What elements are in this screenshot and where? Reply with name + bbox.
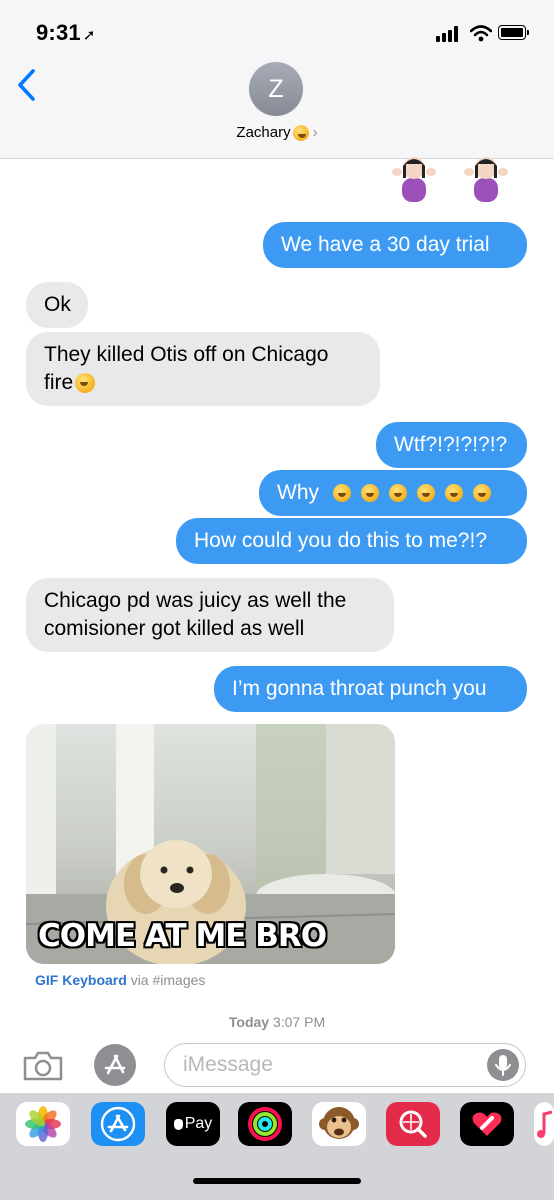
apple-pay-label: Pay [184, 1115, 213, 1132]
activity-app-icon[interactable] [238, 1102, 292, 1146]
cellular-signal-icon [436, 26, 462, 42]
battery-icon [498, 25, 529, 40]
weary-face-emoji-icon [417, 484, 435, 502]
message-text-line-2: fire [44, 369, 362, 397]
gif-caption-container: COME AT ME BRO [26, 918, 395, 954]
location-arrow-icon: ➚ [82, 27, 96, 44]
imessage-input[interactable] [164, 1043, 526, 1087]
weary-face-emoji-icon [389, 484, 407, 502]
status-time: 9:31 ➚ [36, 20, 96, 45]
message-text: Wtf?!?!?!?!? [394, 433, 508, 456]
message-text: Why [277, 481, 319, 504]
app-store-button[interactable] [94, 1044, 136, 1086]
weary-face-emoji-icon [473, 484, 491, 502]
gif-message[interactable]: COME AT ME BRO [26, 724, 395, 964]
camera-icon[interactable] [22, 1048, 64, 1082]
apple-logo-icon [173, 1118, 183, 1130]
sent-message-bubble[interactable]: Wtf?!?!?!?!? [376, 422, 527, 468]
woman-shrugging-emoji-icon [392, 157, 436, 202]
message-text-line: Chicago pd was juicy as well the [44, 589, 347, 612]
sent-message-bubble[interactable]: I’m gonna throat punch you [214, 666, 527, 712]
contact-avatar[interactable]: Z [249, 62, 303, 116]
message-text-line: comisioner got killed as well [44, 617, 305, 640]
message-text: I’m gonna throat punch you [232, 677, 487, 700]
weary-face-emoji-icon [445, 484, 463, 502]
digital-touch-app-icon[interactable] [460, 1102, 514, 1146]
sent-message-bubble[interactable]: How could you do this to me?!? [176, 518, 527, 564]
timestamp: Today 3:07 PM [0, 1014, 554, 1030]
gif-attribution[interactable]: GIF Keyboard via #images [35, 972, 205, 988]
animoji-monkey-app-icon[interactable] [312, 1102, 366, 1146]
sent-message-bubble[interactable]: Why [259, 470, 527, 516]
back-chevron-icon[interactable] [16, 68, 38, 102]
gif-keyboard-link[interactable]: GIF Keyboard [35, 972, 127, 988]
message-text: fire [44, 371, 74, 394]
apple-pay-app-icon[interactable]: Pay [166, 1102, 220, 1146]
contact-name: Zachary [236, 124, 291, 141]
app-store-app-icon[interactable] [91, 1102, 145, 1146]
microphone-button[interactable] [487, 1049, 519, 1081]
message-text-field[interactable] [181, 1052, 465, 1078]
sent-message-bubble[interactable]: We have a 30 day trial [263, 222, 527, 268]
wifi-icon [470, 25, 492, 42]
music-app-icon[interactable] [534, 1102, 554, 1146]
weary-face-emoji-icon [361, 484, 379, 502]
timestamp-day: Today [228, 1014, 270, 1030]
kissing-face-emoji-icon [292, 125, 309, 142]
received-message-bubble[interactable]: Ok [26, 282, 88, 328]
message-text: How could you do this to me?!? [194, 529, 487, 552]
contact-name-button[interactable]: Zachary › [0, 124, 554, 142]
home-indicator [193, 1178, 361, 1184]
message-text: We have a 30 day trial [281, 233, 490, 256]
received-message-bubble[interactable]: Chicago pd was juicy as well the comisio… [26, 578, 394, 652]
chevron-right-icon: › [312, 124, 318, 141]
image-search-app-icon[interactable] [386, 1102, 440, 1146]
woman-shrugging-emoji-icon [464, 157, 508, 202]
photos-app-icon[interactable] [16, 1102, 70, 1146]
timestamp-time: 3:07 PM [272, 1014, 326, 1030]
shushing-face-emoji-icon [75, 373, 96, 394]
microphone-icon [495, 1055, 511, 1076]
weary-face-emoji-icon [333, 484, 351, 502]
received-message-bubble[interactable]: They killed Otis off on Chicago fire [26, 332, 380, 406]
message-text-line: They killed Otis off on Chicago [44, 343, 329, 366]
gif-caption: COME AT ME BRO [38, 918, 327, 954]
gif-via-text: via #images [130, 972, 206, 988]
app-store-icon [104, 1054, 126, 1075]
message-text: Ok [44, 293, 71, 316]
